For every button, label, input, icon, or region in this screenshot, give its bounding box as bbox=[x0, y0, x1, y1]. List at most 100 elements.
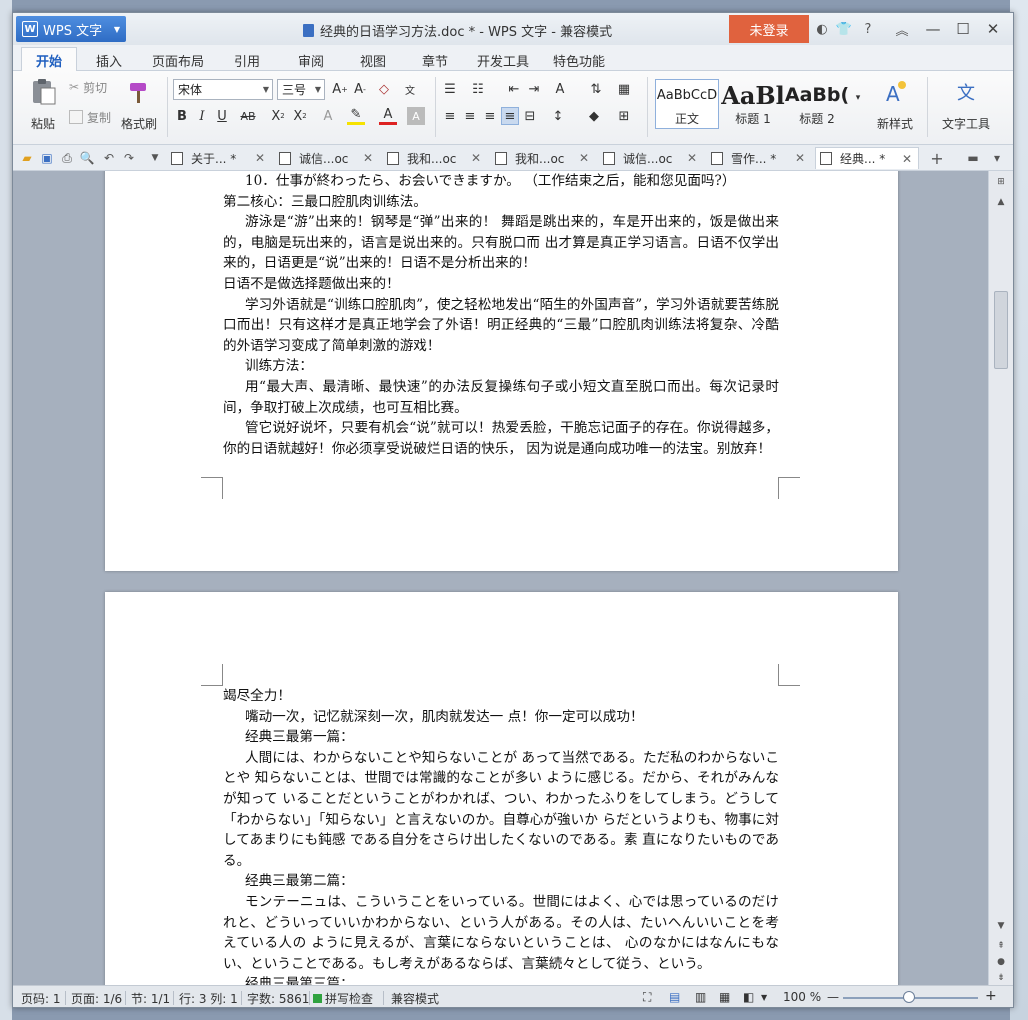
new-style-button[interactable]: A 新样式 bbox=[865, 75, 925, 137]
table-icon[interactable]: ▦ bbox=[615, 80, 633, 98]
paragraph[interactable]: 第二核心：三最口腔肌肉训练法。 bbox=[223, 192, 779, 213]
cut-button[interactable]: ✂ 剪切 bbox=[69, 77, 107, 97]
close-tab-icon[interactable]: ✕ bbox=[579, 151, 589, 165]
tab-home[interactable]: 开始 bbox=[21, 47, 77, 72]
close-tab-icon[interactable]: ✕ bbox=[687, 151, 697, 165]
font-size-select[interactable]: 三号 ▼ bbox=[277, 79, 325, 100]
copy-button[interactable]: 复制 bbox=[69, 107, 111, 127]
open-folder-icon[interactable]: ▰ bbox=[19, 150, 35, 166]
status-pages[interactable]: 页面: 1/6 bbox=[71, 990, 122, 1007]
scroll-up-icon[interactable]: ▲ bbox=[994, 195, 1008, 209]
tab-list-icon[interactable]: ▬ bbox=[965, 150, 981, 166]
increase-indent-icon[interactable]: ⇥ bbox=[525, 80, 543, 98]
tab-insert[interactable]: 插入 bbox=[87, 49, 131, 71]
tab-developer[interactable]: 开发工具 bbox=[471, 49, 535, 71]
print-icon[interactable]: ⎙ bbox=[59, 150, 75, 166]
text-effect-icon[interactable]: A bbox=[319, 107, 337, 125]
page-1-text[interactable]: 10．仕事が終わったら、お会いできますか。 （工作结束之后，能和您见面吗?） 第二… bbox=[223, 171, 779, 459]
next-page-icon[interactable]: ⇟ bbox=[994, 971, 1008, 985]
paragraph[interactable]: 竭尽全力！ bbox=[223, 686, 779, 707]
strikethrough-icon[interactable]: AB bbox=[239, 107, 257, 125]
outline-view-icon[interactable]: ▥ bbox=[695, 990, 706, 1004]
grow-font-icon[interactable]: A + bbox=[331, 80, 349, 98]
skin-icon[interactable]: 👕 bbox=[835, 20, 853, 38]
page-2-text[interactable]: 竭尽全力！ 嘴动一次，记忆就深刻一次，肌肉就发达一 点！你一定可以成功！ 经典三最第… bbox=[223, 686, 779, 989]
close-tab-icon[interactable]: ✕ bbox=[902, 152, 912, 166]
tab-special-features[interactable]: 特色功能 bbox=[547, 49, 611, 71]
close-tab-icon[interactable]: ✕ bbox=[471, 151, 481, 165]
bold-icon[interactable]: B bbox=[173, 107, 191, 125]
shrink-font-icon[interactable]: A- bbox=[351, 80, 369, 98]
new-tab-icon[interactable]: + bbox=[929, 149, 945, 168]
zoom-in-icon[interactable]: + bbox=[985, 988, 997, 1004]
paragraph[interactable]: 日语不是做选择题做出来的！ bbox=[223, 274, 779, 295]
redo-icon[interactable]: ↷ bbox=[121, 150, 137, 166]
help-icon[interactable]: ? bbox=[859, 20, 877, 38]
undo-icon[interactable]: ↶ bbox=[101, 150, 117, 166]
print-preview-icon[interactable]: 🔍 bbox=[79, 150, 95, 166]
reading-view-icon[interactable]: ◧ bbox=[743, 990, 754, 1004]
paragraph[interactable]: モンテーニュは、こういうことをいっている。世間にはよく、心では思っているのだけれ… bbox=[223, 892, 779, 974]
spell-check-toggle[interactable]: 拼写检查 bbox=[313, 990, 373, 1007]
text-tools-button[interactable]: 文 文字工具 bbox=[933, 75, 999, 137]
paragraph[interactable]: 训练方法： bbox=[223, 356, 779, 377]
paragraph[interactable]: 经典三最第一篇： bbox=[223, 727, 779, 748]
chevron-down-icon[interactable]: ▼ bbox=[761, 993, 767, 1002]
shading-icon[interactable]: ◆ bbox=[585, 107, 603, 125]
char-shading-icon[interactable]: A bbox=[407, 107, 425, 125]
status-section[interactable]: 节: 1/1 bbox=[131, 990, 170, 1007]
web-view-icon[interactable]: ▦ bbox=[719, 990, 730, 1004]
numbered-list-icon[interactable]: ☷ bbox=[469, 80, 487, 98]
previous-page-icon[interactable]: ⇞ bbox=[994, 939, 1008, 953]
borders-icon[interactable]: ⊞ bbox=[615, 107, 633, 125]
maximize-button[interactable]: ☐ bbox=[949, 17, 977, 41]
app-menu-button[interactable]: W WPS 文字 ▼ bbox=[16, 16, 126, 42]
doc-tab[interactable]: 关于... * ✕ bbox=[167, 147, 271, 169]
login-button[interactable]: 未登录 bbox=[729, 15, 809, 43]
style-heading-1[interactable]: AaBl 标题 1 bbox=[721, 79, 785, 129]
scrollbar-thumb[interactable] bbox=[994, 291, 1008, 369]
tab-view[interactable]: 视图 bbox=[351, 49, 395, 71]
tab-references[interactable]: 引用 bbox=[225, 49, 269, 71]
scroll-nav-icon[interactable]: ⊞ bbox=[994, 175, 1008, 189]
doc-tab[interactable]: 我和...oc ✕ bbox=[383, 147, 487, 169]
status-page-number[interactable]: 页码: 1 bbox=[21, 990, 61, 1007]
underline-icon[interactable]: U bbox=[213, 107, 231, 125]
collapse-ribbon-icon[interactable]: ︽ bbox=[893, 20, 911, 39]
doc-tab-active[interactable]: 经典... * ✕ bbox=[815, 147, 919, 169]
subscript-icon[interactable]: X2 bbox=[291, 107, 309, 125]
sort-icon[interactable]: ⇅ bbox=[587, 80, 605, 98]
format-painter-button[interactable]: 格式刷 bbox=[117, 75, 161, 137]
tab-sections[interactable]: 章节 bbox=[413, 49, 457, 71]
vertical-scrollbar[interactable]: ⊞ ▲ ▼ ⇞ ● ⇟ bbox=[988, 171, 1013, 989]
align-right-icon[interactable]: ≡ bbox=[481, 107, 499, 125]
customize-quick-access-icon[interactable]: ▼ bbox=[147, 150, 163, 166]
document-page-1[interactable]: 10．仕事が終わったら、お会いできますか。 （工作结束之后，能和您见面吗?） 第二… bbox=[105, 171, 898, 571]
page-view-icon[interactable]: ▤ bbox=[669, 990, 680, 1004]
full-screen-icon[interactable]: ⛶ bbox=[643, 990, 651, 1005]
zoom-out-icon[interactable]: — bbox=[827, 990, 839, 1004]
zoom-level[interactable]: 100 % bbox=[783, 990, 821, 1004]
close-tab-icon[interactable]: ✕ bbox=[795, 151, 805, 165]
align-left-icon[interactable]: ≡ bbox=[441, 107, 459, 125]
italic-icon[interactable]: I bbox=[193, 107, 211, 125]
superscript-icon[interactable]: X2 bbox=[269, 107, 287, 125]
paragraph[interactable]: 游泳是“游”出来的！钢琴是“弹”出来的！ 舞蹈是跳出来的，车是开出来的，饭是做出… bbox=[223, 212, 779, 274]
distributed-align-icon[interactable]: ⊟ bbox=[521, 107, 539, 125]
document-area[interactable]: 10．仕事が終わったら、お会いできますか。 （工作结束之后，能和您见面吗?） 第二… bbox=[13, 171, 988, 989]
doc-tab[interactable]: 诚信...oc ✕ bbox=[275, 147, 379, 169]
paragraph[interactable]: 管它说好说坏，只要有机会“说”就可以！热爱丢脸，干脆忘记面子的存在。你说得越多，… bbox=[223, 418, 779, 459]
clear-format-icon[interactable]: ◇ bbox=[375, 80, 393, 98]
paste-button[interactable]: 粘贴 bbox=[21, 75, 65, 137]
change-case-icon[interactable]: A bbox=[551, 80, 569, 98]
paragraph[interactable]: 经典三最第二篇： bbox=[223, 871, 779, 892]
line-spacing-icon[interactable]: ↕ bbox=[549, 107, 567, 125]
doc-tab[interactable]: 雪作... * ✕ bbox=[707, 147, 811, 169]
tab-options-icon[interactable]: ▾ bbox=[989, 150, 1005, 166]
save-icon[interactable]: ▣ bbox=[39, 150, 55, 166]
paragraph[interactable]: 学习外语就是“训练口腔肌肉”，使之轻松地发出“陌生的外国声音”，学习外语就要苦练… bbox=[223, 295, 779, 357]
paragraph[interactable]: 嘴动一次，记忆就深刻一次，肌肉就发达一 点！你一定可以成功！ bbox=[223, 707, 779, 728]
decrease-indent-icon[interactable]: ⇤ bbox=[505, 80, 523, 98]
close-tab-icon[interactable]: ✕ bbox=[363, 151, 373, 165]
select-browse-object-icon[interactable]: ● bbox=[994, 955, 1008, 969]
